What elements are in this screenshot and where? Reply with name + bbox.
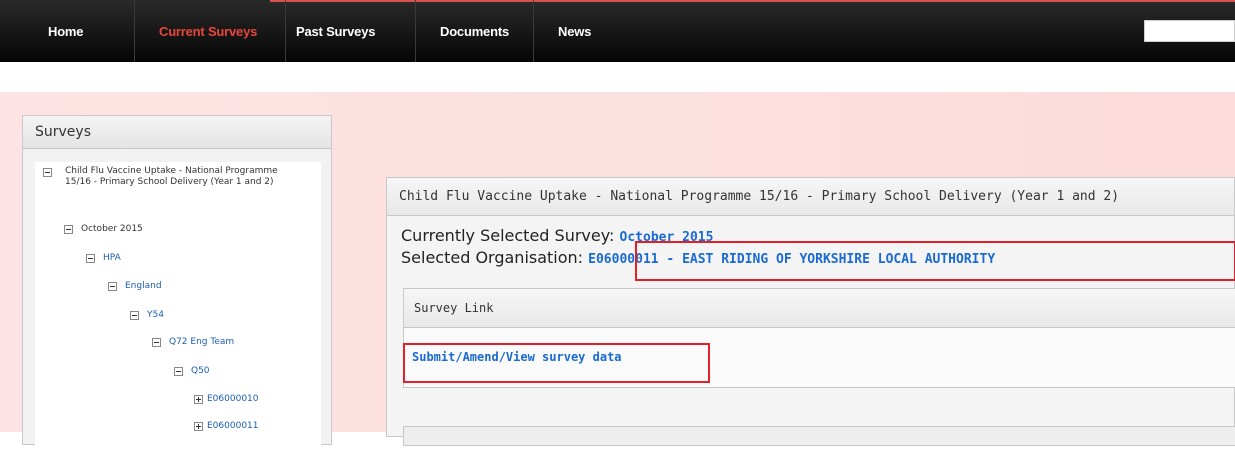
minus-box-icon[interactable] — [174, 367, 183, 376]
selected-survey-label: Currently Selected Survey: — [401, 226, 615, 245]
organisation-highlight-box — [635, 241, 1235, 281]
nav-divider — [533, 0, 534, 62]
nav-item-news[interactable]: News — [558, 0, 591, 62]
nav-divider — [285, 0, 286, 62]
survey-link-highlight-box — [403, 343, 710, 383]
minus-box-icon[interactable] — [43, 168, 52, 177]
tree-node-hpa[interactable]: HPA — [103, 253, 121, 264]
nav-item-current-surveys[interactable]: Current Surveys — [159, 0, 257, 62]
survey-link-title: Survey Link — [404, 289, 1235, 328]
tree-node-period[interactable]: October 2015 — [81, 224, 143, 235]
minus-box-icon[interactable] — [64, 225, 73, 234]
search-input[interactable] — [1144, 20, 1235, 42]
tree-node-e06000010[interactable]: E06000010 — [207, 394, 259, 405]
minus-box-icon[interactable] — [108, 282, 117, 291]
minus-box-icon[interactable] — [130, 311, 139, 320]
minus-box-icon[interactable] — [152, 338, 161, 347]
survey-tree: Child Flu Vaccine Uptake - National Prog… — [35, 162, 321, 452]
top-navigation-bar: Home Current Surveys Past Surveys Docume… — [0, 0, 1235, 62]
minus-box-icon[interactable] — [86, 254, 95, 263]
nav-item-past-surveys[interactable]: Past Surveys — [296, 0, 375, 62]
plus-box-icon[interactable] — [194, 395, 203, 404]
plus-box-icon[interactable] — [194, 422, 203, 431]
tree-node-q50[interactable]: Q50 — [191, 366, 210, 377]
surveys-panel-title: Surveys — [23, 116, 331, 149]
tree-node-e06000011[interactable]: E06000011 — [207, 421, 259, 432]
survey-panel-title: Child Flu Vaccine Uptake - National Prog… — [387, 178, 1234, 216]
selected-organisation-label: Selected Organisation: — [401, 248, 584, 267]
nav-divider — [134, 0, 135, 62]
surveys-panel: Surveys Child Flu Vaccine Uptake - Natio… — [22, 115, 332, 452]
tree-node-england[interactable]: England — [125, 281, 162, 292]
nav-item-documents[interactable]: Documents — [440, 0, 509, 62]
tree-node-q72-eng-team[interactable]: Q72 Eng Team — [169, 337, 234, 348]
survey-detail-panel: Child Flu Vaccine Uptake - National Prog… — [386, 177, 1235, 446]
next-panel-header — [403, 426, 1235, 446]
tree-node-y54[interactable]: Y54 — [147, 310, 164, 321]
tree-node-survey[interactable]: Child Flu Vaccine Uptake - National Prog… — [65, 166, 305, 188]
nav-divider — [415, 0, 416, 62]
nav-item-home[interactable]: Home — [48, 0, 84, 62]
